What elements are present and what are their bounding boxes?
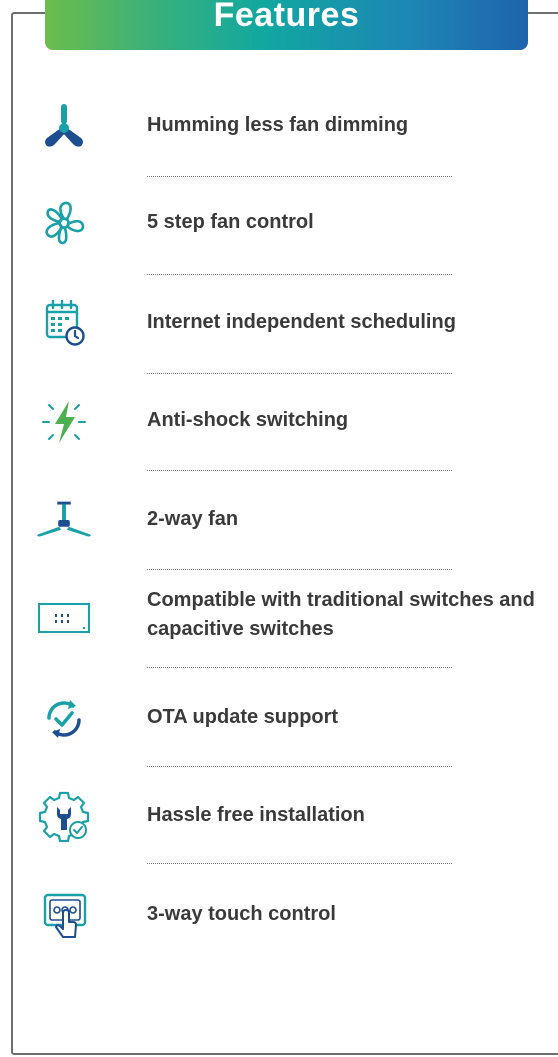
features-banner: Features — [45, 0, 528, 50]
feature-label: Compatible with traditional switches and… — [147, 589, 535, 640]
calendar-clock-icon — [34, 298, 94, 348]
feature-label: Anti-shock switching — [147, 409, 349, 431]
feature-label: 2-way fan — [147, 508, 239, 530]
sync-check-icon — [34, 694, 94, 744]
divider — [147, 766, 452, 767]
lightning-icon — [34, 397, 94, 447]
gear-wrench-icon — [34, 791, 94, 842]
divider — [147, 274, 452, 275]
page-title: Features — [213, 0, 360, 34]
ceiling-fan-icon — [34, 496, 94, 546]
divider — [147, 569, 452, 570]
touch-panel-icon — [34, 890, 94, 940]
propeller-icon — [34, 198, 94, 248]
features-page: Features Humming less fan dimming 5 step… — [0, 0, 558, 1057]
fan-blades-icon — [34, 101, 94, 151]
divider — [147, 470, 452, 471]
feature-label: Humming less fan dimming — [147, 114, 409, 136]
feature-label: Hassle free installation — [147, 804, 365, 826]
feature-label: 3-way touch control — [147, 903, 336, 925]
divider — [147, 176, 452, 177]
feature-label: OTA update support — [147, 706, 339, 728]
divider — [147, 373, 452, 374]
feature-label: Internet independent scheduling — [147, 311, 456, 333]
divider — [147, 863, 452, 864]
switch-panel-icon — [34, 593, 94, 643]
feature-label: 5 step fan control — [147, 211, 314, 233]
divider — [147, 667, 452, 668]
